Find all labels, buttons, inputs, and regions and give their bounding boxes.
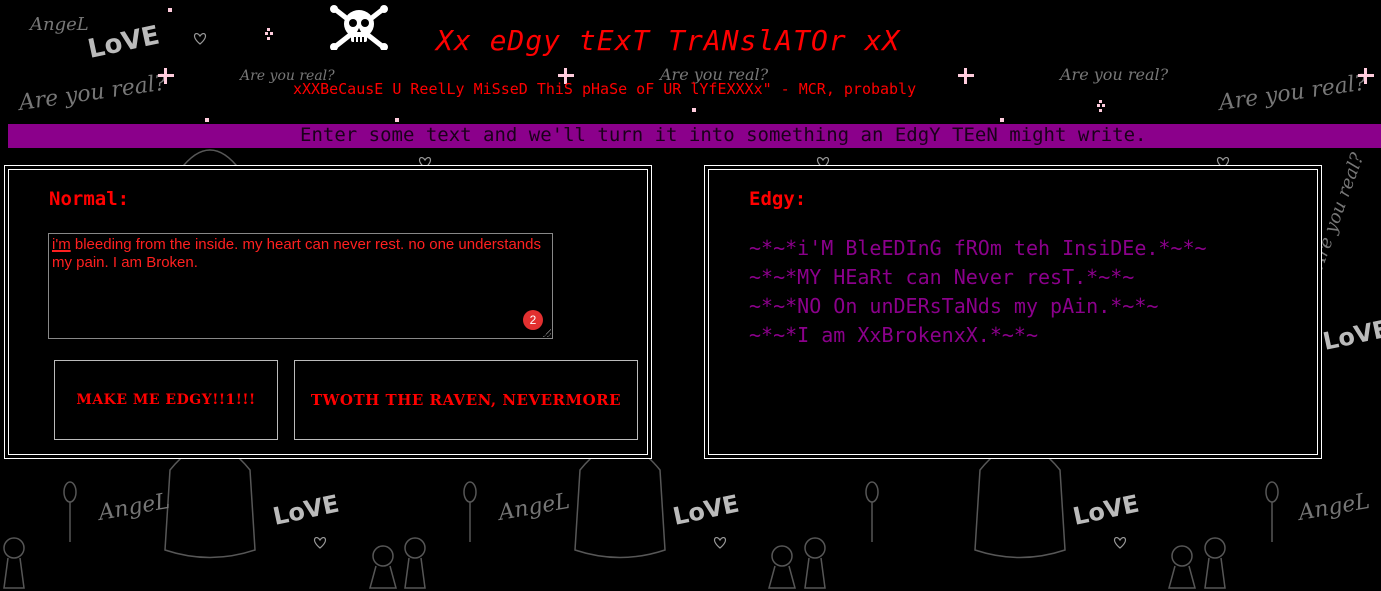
svg-text:LoVE: LoVE — [670, 490, 741, 531]
edgy-heading: Edgy: — [749, 188, 807, 210]
site-subtitle: xXXBeCausE U ReelLy MiSseD ThiS pHaSe oF… — [293, 80, 917, 98]
svg-text:AngeL: AngeL — [95, 489, 172, 526]
svg-text:LoVE: LoVE — [85, 20, 162, 64]
svg-text:AngeL: AngeL — [28, 14, 89, 35]
make-edgy-button[interactable]: MAKE ME EDGY!!1!!! — [54, 360, 278, 440]
svg-text:Are you real?: Are you real? — [1058, 65, 1169, 84]
raven-button[interactable]: TWOTH THE RAVEN, NEVERMORE — [294, 360, 638, 440]
svg-text:LoVE: LoVE — [1070, 490, 1141, 531]
skull-icon — [328, 4, 390, 51]
output-line: ~*~*MY HEaRt can Never resT.*~*~ — [749, 265, 1135, 289]
edgy-panel: Edgy: ~*~*i'M BleEDInG fROm teh InsiDEe.… — [704, 165, 1322, 459]
spellcheck-badge[interactable]: 2 — [523, 310, 543, 330]
input-text: bleeding from the inside. my heart can n… — [52, 236, 541, 271]
normal-heading: Normal: — [49, 188, 130, 210]
svg-text:AngeL: AngeL — [495, 489, 572, 526]
output-line: ~*~*I am XxBrokenxX.*~*~ — [749, 323, 1038, 347]
svg-text:Are you real?: Are you real? — [1215, 70, 1368, 116]
output-line: ~*~*NO On unDERsTaNds my pAin.*~*~ — [749, 294, 1159, 318]
svg-text:Are you real?: Are you real? — [15, 70, 168, 116]
svg-text:LoVE: LoVE — [270, 490, 341, 531]
resize-handle-icon[interactable] — [543, 329, 551, 337]
instruction-text: Enter some text and we'll turn it into s… — [300, 124, 1147, 146]
instruction-banner: Enter some text and we'll turn it into s… — [8, 124, 1381, 148]
svg-text:LoVE: LoVE — [1320, 315, 1381, 356]
normal-panel: Normal: i'm bleeding from the inside. my… — [4, 165, 652, 459]
edgy-output: ~*~*i'M BleEDInG fROm teh InsiDEe.*~*~ ~… — [749, 234, 1315, 350]
output-line: ~*~*i'M BleEDInG fROm teh InsiDEe.*~*~ — [749, 236, 1207, 260]
normal-text-input[interactable]: i'm bleeding from the inside. my heart c… — [48, 233, 553, 339]
site-title: Xx eDgy tExT TrANslATOr xX — [436, 24, 901, 57]
misspelled-word[interactable]: i'm — [52, 236, 71, 253]
svg-text:AngeL: AngeL — [1295, 489, 1372, 526]
